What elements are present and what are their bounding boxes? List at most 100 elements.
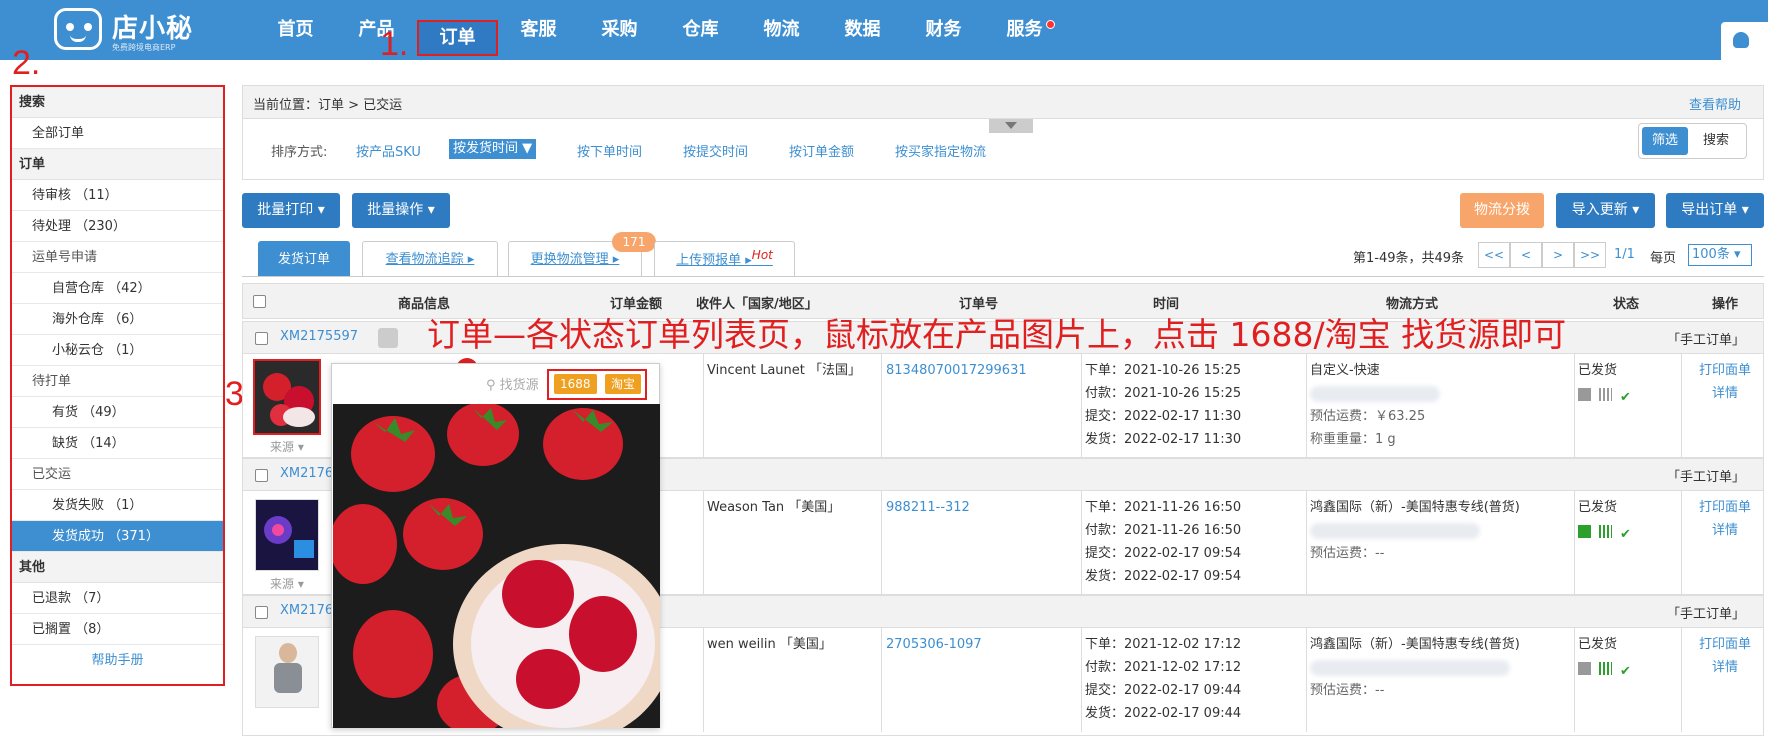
sidebar-item-own-warehouse[interactable]: 自营仓库 （42） <box>12 273 223 304</box>
nav-warehouse[interactable]: 仓库 <box>660 0 741 60</box>
check-icon[interactable]: ✔ <box>1620 660 1631 679</box>
logo[interactable]: 店小秘 免费跨境电商ERP <box>54 6 214 54</box>
page-last-button[interactable]: >> <box>1574 242 1606 268</box>
sort-by-order-time[interactable]: 按下单时间 <box>577 141 642 160</box>
page-next-button[interactable]: > <box>1542 242 1574 268</box>
sort-by-ship-time[interactable]: 按发货时间 ▼ <box>449 139 537 159</box>
help-manual-link[interactable]: 帮助手册 <box>12 645 223 676</box>
check-icon[interactable]: ✔ <box>1620 386 1631 405</box>
sidebar-item-refunded[interactable]: 已退款 （7） <box>12 583 223 614</box>
product-thumbnail[interactable] <box>253 359 321 435</box>
sort-by-sku[interactable]: 按产品SKU <box>356 141 421 160</box>
order-times: 下单：2021-10-26 15:25 付款：2021-10-26 15:25 … <box>1085 359 1241 451</box>
import-update-button[interactable]: 导入更新 ▾ <box>1556 193 1655 228</box>
breadcrumb-path: 订单 > 已交运 <box>318 98 403 113</box>
tab-shipping-orders[interactable]: 发货订单 <box>258 241 350 277</box>
user-menu[interactable] <box>1721 22 1768 60</box>
barcode-icon[interactable] <box>1599 662 1612 675</box>
find-source-label: 找货源 <box>499 378 539 393</box>
order-number-link[interactable]: 988211--312 <box>886 496 970 519</box>
find-on-taobao-button[interactable]: 淘宝 <box>605 374 642 394</box>
page-prev-button[interactable]: < <box>1510 242 1542 268</box>
sidebar-item-shipped[interactable]: 已交运 <box>12 459 223 490</box>
document-icon[interactable] <box>1578 525 1591 538</box>
document-icon[interactable] <box>1578 388 1591 401</box>
sidebar-item-ship-failed[interactable]: 发货失败 （1） <box>12 490 223 521</box>
print-label-link[interactable]: 打印面单 <box>1690 496 1760 519</box>
sidebar-item-pending[interactable]: 待处理 （230） <box>12 211 223 242</box>
tab-upload-forecast[interactable]: 上传预报单 ▸Hot <box>654 241 795 277</box>
sidebar-item-all-orders[interactable]: 全部订单 <box>12 118 223 149</box>
batch-ops-button[interactable]: 批量操作 ▾ <box>352 193 450 228</box>
source-dropdown[interactable]: 来源 ▾ <box>270 438 304 455</box>
col-actions: 操作 <box>1712 297 1739 312</box>
order-checkbox[interactable] <box>255 469 268 482</box>
find-source-search[interactable]: ⚲ 找货源 <box>486 374 539 393</box>
select-all-checkbox[interactable] <box>253 295 266 308</box>
details-link[interactable]: 详情 <box>1690 519 1760 542</box>
time-paid: 付款：2021-10-26 15:25 <box>1085 386 1242 401</box>
sidebar-item-ship-success[interactable]: 发货成功 （371） <box>12 521 223 552</box>
order-number-link[interactable]: 2705306-1097 <box>886 633 982 656</box>
nav-data[interactable]: 数据 <box>822 0 903 60</box>
time-shipped: 发货：2022-02-17 09:54 <box>1085 569 1242 584</box>
print-label-link[interactable]: 打印面单 <box>1690 359 1760 382</box>
order-number-link[interactable]: 81348070017299631 <box>886 359 1027 382</box>
status-cell: 已发货 ✔ <box>1578 359 1639 409</box>
sort-by-submit-time[interactable]: 按提交时间 <box>683 141 748 160</box>
order-id-link[interactable]: XM2175597 <box>280 329 358 344</box>
sidebar-item-on-hold[interactable]: 已搁置 （8） <box>12 614 223 645</box>
sidebar-item-in-stock[interactable]: 有货 （49） <box>12 397 223 428</box>
order-id-link[interactable]: XM2176 <box>280 603 333 618</box>
sort-by-buyer-logistics[interactable]: 按买家指定物流 <box>895 141 986 160</box>
nav-finance[interactable]: 财务 <box>903 0 984 60</box>
details-link[interactable]: 详情 <box>1690 382 1760 405</box>
nav-orders[interactable]: 订单 <box>417 20 498 56</box>
batch-print-button[interactable]: 批量打印 ▾ <box>242 193 340 228</box>
nav-customer-service[interactable]: 客服 <box>498 0 579 60</box>
check-icon[interactable]: ✔ <box>1620 523 1631 542</box>
find-on-1688-button[interactable]: 1688 <box>554 374 597 394</box>
weight: 称重重量：1 g <box>1310 432 1396 447</box>
nav-services[interactable]: 服务 <box>984 0 1065 60</box>
sidebar-item-to-print[interactable]: 待打单 <box>12 366 223 397</box>
recipient: Vincent Launet 「法国」 <box>707 363 861 378</box>
page-indicator: 1/1 <box>1614 247 1635 262</box>
estimated-fee: 预估运费：-- <box>1310 546 1385 561</box>
order-id-link[interactable]: XM2176 <box>280 466 333 481</box>
collapse-toggle-icon[interactable] <box>989 119 1033 133</box>
order-checkbox[interactable] <box>255 332 268 345</box>
export-orders-button[interactable]: 导出订单 ▾ <box>1666 193 1764 228</box>
sidebar-item-tracking-apply[interactable]: 运单号申请 <box>12 242 223 273</box>
tab-logistics-tracking[interactable]: 查看物流追踪 ▸ <box>362 241 498 277</box>
sidebar-item-cloud-warehouse[interactable]: 小秘云仓 （1） <box>12 335 223 366</box>
tracking-blurred <box>1310 656 1520 679</box>
nav-home[interactable]: 首页 <box>255 0 336 60</box>
product-thumbnail[interactable] <box>255 636 319 708</box>
time-paid: 付款：2021-12-02 17:12 <box>1085 660 1242 675</box>
nav-purchase[interactable]: 采购 <box>579 0 660 60</box>
details-link[interactable]: 详情 <box>1690 656 1760 679</box>
order-checkbox[interactable] <box>255 606 268 619</box>
page-first-button[interactable]: << <box>1478 242 1510 268</box>
view-help-link[interactable]: 查看帮助 <box>1689 94 1741 113</box>
sidebar-item-pending-review[interactable]: 待审核 （11） <box>12 180 223 211</box>
filter-button[interactable]: 筛选 <box>1642 127 1688 155</box>
per-page-select[interactable]: 100条 ▾ <box>1688 244 1752 266</box>
product-thumbnail[interactable] <box>255 499 319 571</box>
barcode-icon[interactable] <box>1599 388 1612 401</box>
col-divider <box>1081 354 1082 458</box>
sort-by-amount[interactable]: 按订单金额 <box>789 141 854 160</box>
source-dropdown[interactable]: 来源 ▾ <box>270 575 304 592</box>
barcode-icon[interactable] <box>1599 525 1612 538</box>
col-divider <box>1574 354 1575 458</box>
sidebar-item-overseas-warehouse[interactable]: 海外仓库 （6） <box>12 304 223 335</box>
time-submitted: 提交：2022-02-17 09:44 <box>1085 683 1242 698</box>
search-button[interactable]: 搜索 <box>1691 127 1741 155</box>
print-label-link[interactable]: 打印面单 <box>1690 633 1760 656</box>
sidebar-item-out-of-stock[interactable]: 缺货 （14） <box>12 428 223 459</box>
nav-logistics[interactable]: 物流 <box>741 0 822 60</box>
logistics-dispatch-button[interactable]: 物流分拨 <box>1460 193 1544 228</box>
tracking-blurred <box>1310 519 1520 542</box>
document-icon[interactable] <box>1578 662 1591 675</box>
